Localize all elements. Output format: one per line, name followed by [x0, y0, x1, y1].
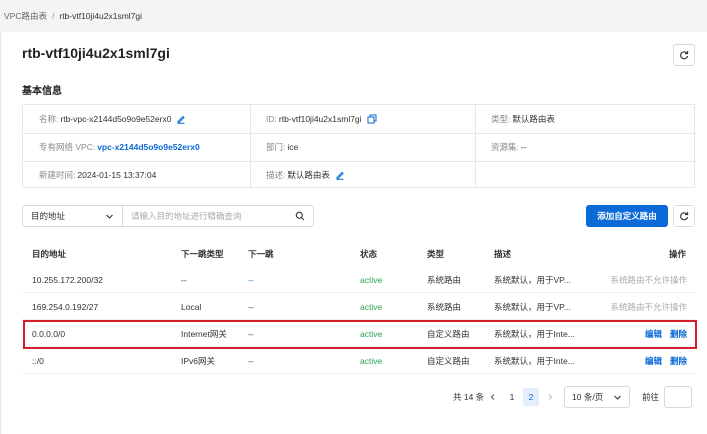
- cell-dest: 169.254.0.192/27: [32, 301, 99, 312]
- filter-field-value: 目的地址: [31, 211, 66, 221]
- edit-pencil-icon[interactable]: [335, 170, 345, 180]
- goto-label: 前往: [642, 392, 660, 402]
- refresh-icon: [680, 212, 689, 221]
- cell-hop: --: [248, 301, 254, 312]
- cell-hop-type: IPv6网关: [181, 355, 216, 366]
- id-value: rtb-vtf10ji4u2x1sml7gi: [278, 114, 362, 124]
- breadcrumb: VPC路由表 / rtb-vtf10ji4u2x1sml7gi: [0, 0, 707, 32]
- resource-value: --: [520, 142, 527, 152]
- dept-label: 部门:: [266, 142, 286, 152]
- cell-type: 系统路由: [427, 301, 462, 312]
- search-input[interactable]: 请输入目的地址进行精确查询: [122, 205, 314, 227]
- info-type: 类型: 默认路由表: [475, 105, 555, 133]
- name-value: rtb-vpc-x2144d5o9o9e52erx0: [60, 114, 172, 124]
- info-vpc: 专有网络 VPC: vpc-x2144d5o9o9e52erx0: [23, 133, 200, 161]
- cell-hop-type: Local: [181, 301, 202, 312]
- info-name: 名称: rtb-vpc-x2144d5o9o9e52erx0: [23, 105, 186, 133]
- chevron-left-icon: [490, 394, 495, 400]
- header-refresh-button[interactable]: [673, 44, 695, 66]
- col-header-ops: 操作: [669, 249, 687, 259]
- col-header-hop-type: 下一跳类型: [181, 249, 224, 259]
- chevron-down-icon: [106, 214, 113, 219]
- type-label: 类型:: [491, 114, 511, 124]
- desc-label: 描述:: [266, 170, 286, 180]
- dept-value: ice: [287, 142, 299, 152]
- search-icon[interactable]: [295, 211, 305, 221]
- cell-status: active: [360, 355, 383, 366]
- page-button-1[interactable]: 1: [504, 388, 520, 406]
- cell-type: 系统路由: [427, 274, 462, 285]
- cell-type: 自定义路由: [427, 355, 470, 366]
- goto-page-input[interactable]: [664, 386, 692, 408]
- resource-label: 资源集:: [491, 142, 519, 152]
- cell-status: active: [360, 274, 383, 285]
- breadcrumb-separator: /: [51, 11, 55, 21]
- page-size-value: 10 条/页: [572, 392, 604, 402]
- cell-desc: 系统默认，用于VP...: [494, 301, 571, 312]
- created-label: 新建时间:: [39, 170, 76, 180]
- prev-page-button[interactable]: [485, 388, 501, 406]
- filter-field-select[interactable]: 目的地址: [22, 205, 122, 227]
- vpc-label: 专有网络 VPC:: [39, 142, 96, 152]
- refresh-icon: [680, 51, 689, 60]
- cell-dest: 10.255.172.200/32: [32, 274, 103, 285]
- add-custom-route-button[interactable]: 添加自定义路由: [586, 205, 668, 227]
- page-size-select[interactable]: 10 条/页: [564, 386, 630, 408]
- next-page-button[interactable]: [542, 388, 558, 406]
- desc-value: 默认路由表: [287, 170, 330, 180]
- cell-desc: 系统默认，用于VP...: [494, 274, 571, 285]
- highlight-box: [23, 320, 697, 349]
- breadcrumb-parent[interactable]: VPC路由表: [4, 10, 47, 22]
- delete-route-button[interactable]: 删除: [670, 355, 687, 367]
- cell-hop: --: [248, 274, 254, 285]
- id-label: ID:: [266, 114, 277, 124]
- cell-hop: --: [248, 355, 254, 366]
- cell-status: active: [360, 301, 383, 312]
- created-value: 2024-01-15 13:37:04: [77, 170, 157, 180]
- info-created: 新建时间: 2024-01-15 13:37:04: [23, 161, 156, 189]
- info-resource: 资源集: --: [475, 133, 527, 161]
- table-row: 10.255.172.200/32 -- -- active 系统路由 系统默认…: [22, 266, 695, 293]
- vpc-link[interactable]: vpc-x2144d5o9o9e52erx0: [97, 142, 200, 152]
- cell-dest: ::/0: [32, 355, 44, 366]
- chevron-right-icon: [548, 394, 553, 400]
- edit-route-button[interactable]: 编辑: [645, 355, 662, 367]
- pagination-total: 共 14 条: [453, 392, 485, 402]
- table-refresh-button[interactable]: [673, 205, 695, 227]
- table-row: ::/0 IPv6网关 -- active 自定义路由 系统默认，用于Inte.…: [22, 347, 695, 374]
- breadcrumb-current: rtb-vtf10ji4u2x1sml7gi: [59, 11, 143, 21]
- cell-ops: 编辑 删除: [637, 347, 687, 374]
- col-header-status: 状态: [360, 249, 378, 259]
- edit-pencil-icon[interactable]: [176, 114, 186, 124]
- cell-desc: 系统默认，用于Inte...: [494, 355, 575, 366]
- cell-ops-disabled: 系统路由不允许操作: [610, 274, 687, 285]
- col-header-hop: 下一跳: [248, 249, 274, 259]
- basic-info-title: 基本信息: [22, 86, 62, 97]
- basic-info-panel: 名称: rtb-vpc-x2144d5o9o9e52erx0 ID: rtb-v…: [22, 104, 696, 189]
- chevron-down-icon: [614, 395, 621, 400]
- info-dept: 部门: ice: [250, 133, 298, 161]
- col-header-desc: 描述: [494, 249, 512, 259]
- info-id: ID: rtb-vtf10ji4u2x1sml7gi: [250, 105, 377, 133]
- cell-ops-disabled: 系统路由不允许操作: [610, 301, 687, 312]
- left-border: [0, 32, 1, 434]
- search-placeholder: 请输入目的地址进行精确查询: [131, 211, 242, 221]
- table-row: 169.254.0.192/27 Local -- active 系统路由 系统…: [22, 293, 695, 320]
- name-label: 名称:: [39, 114, 59, 124]
- info-desc: 描述: 默认路由表: [250, 161, 345, 189]
- cell-hop-type: --: [181, 274, 187, 285]
- page-button-2[interactable]: 2: [523, 388, 539, 406]
- page-title: rtb-vtf10ji4u2x1sml7gi: [22, 45, 170, 61]
- copy-icon[interactable]: [367, 114, 377, 124]
- col-header-dest: 目的地址: [32, 249, 67, 259]
- type-value: 默认路由表: [512, 114, 555, 124]
- col-header-type: 类型: [427, 249, 445, 259]
